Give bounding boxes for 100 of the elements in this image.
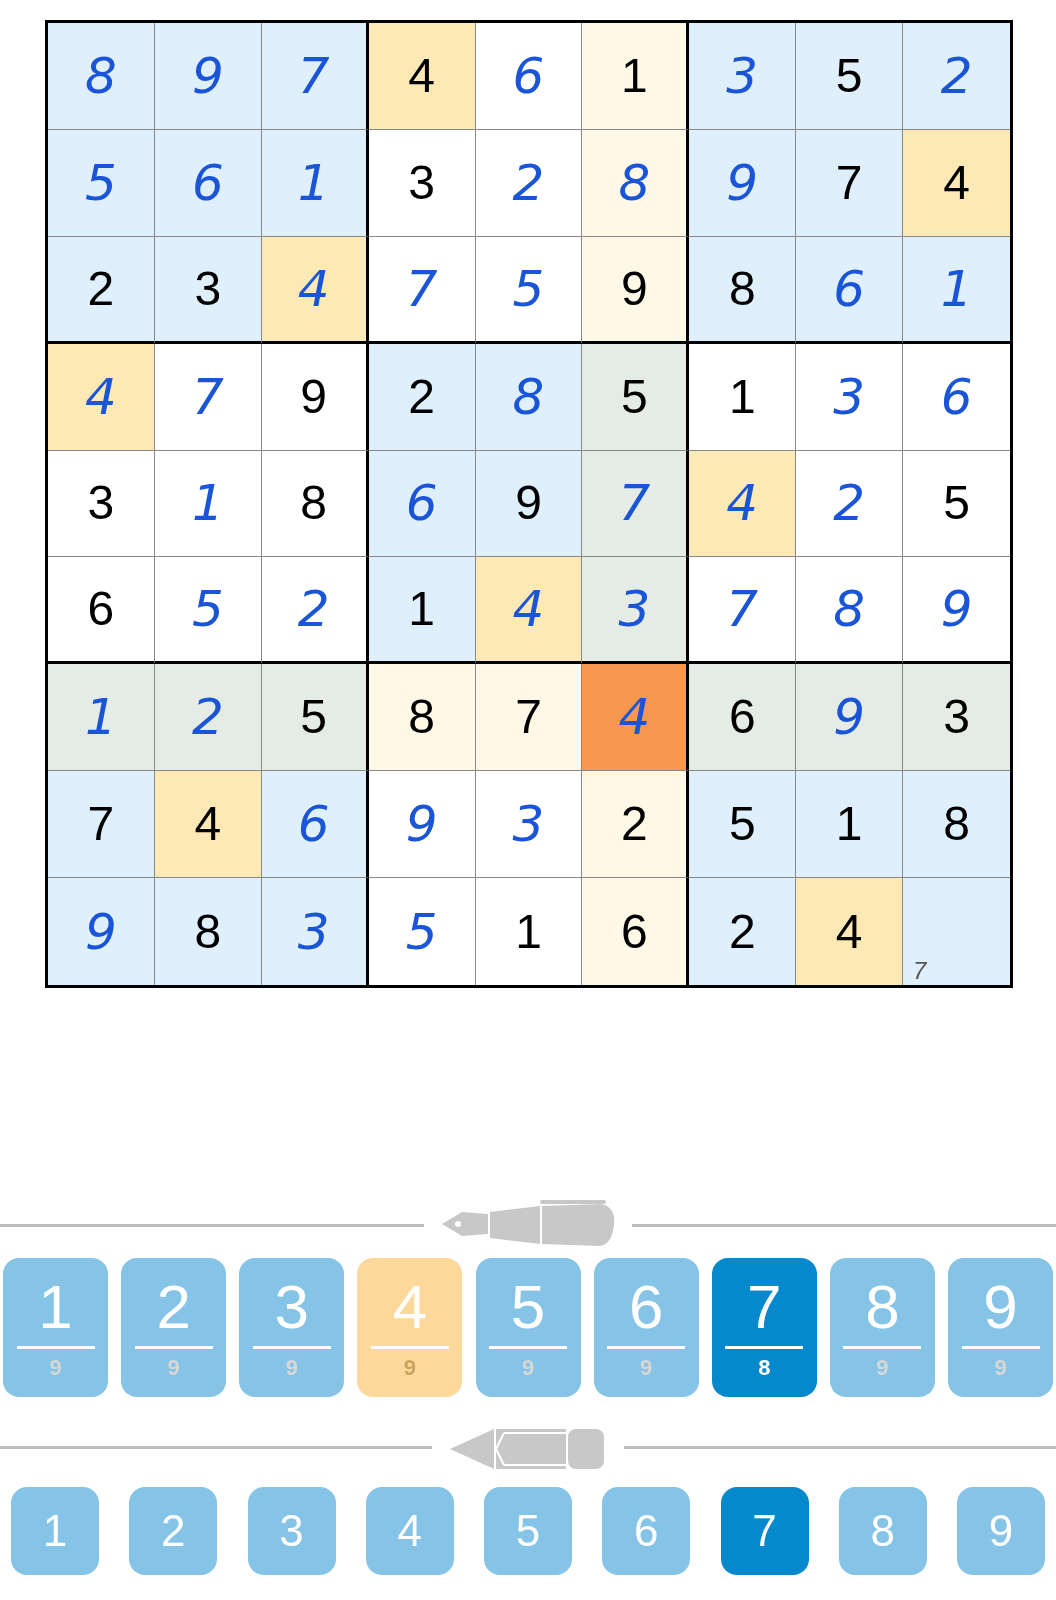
grid-cell[interactable]: 2 xyxy=(689,878,797,985)
grid-cell[interactable]: 7 xyxy=(261,23,369,130)
grid-cell[interactable]: 6 xyxy=(261,771,369,879)
cell-digit: 7 xyxy=(405,263,438,314)
cell-digit: 5 xyxy=(191,584,224,635)
grid-cell[interactable]: 7 xyxy=(903,878,1010,985)
grid-cell[interactable]: 8 xyxy=(154,878,262,985)
cell-digit: 8 xyxy=(943,800,970,849)
grid-cell[interactable]: 2 xyxy=(582,771,690,879)
grid-cell[interactable]: 9 xyxy=(689,129,797,237)
grid-cell[interactable]: 8 xyxy=(475,343,583,451)
grid-cell[interactable]: 8 xyxy=(261,450,369,558)
cell-digit: 9 xyxy=(515,479,542,528)
cell-digit: 8 xyxy=(300,479,328,528)
cell-digit: 8 xyxy=(194,907,222,956)
grid-cell[interactable]: 3 xyxy=(689,23,797,130)
grid-cell[interactable]: 2 xyxy=(796,450,904,558)
grid-cell[interactable]: 2 xyxy=(261,557,369,665)
grid-cell[interactable]: 8 xyxy=(903,771,1010,879)
cell-digit: 1 xyxy=(728,372,756,421)
cell-digit: 6 xyxy=(833,263,866,314)
grid-cell[interactable]: 1 xyxy=(154,450,262,558)
cell-digit: 3 xyxy=(408,158,435,207)
grid-cell[interactable]: 2 xyxy=(475,129,583,237)
grid-cell[interactable]: 7 xyxy=(475,664,583,772)
cell-digit: 2 xyxy=(191,692,224,743)
grid-cell[interactable]: 1 xyxy=(796,771,904,879)
grid-cell[interactable]: 5 xyxy=(475,236,583,344)
cell-digit: 4 xyxy=(512,584,545,635)
grid-cell[interactable]: 6 xyxy=(796,236,904,344)
grid-cell[interactable]: 1 xyxy=(582,23,690,130)
grid-cell[interactable]: 9 xyxy=(475,450,583,558)
grid-cell[interactable]: 8 xyxy=(689,236,797,344)
digit-button[interactable]: 7 8 xyxy=(711,1258,817,1397)
grid-cell[interactable]: 9 xyxy=(796,664,904,772)
grid-cell[interactable]: 9 xyxy=(582,236,690,344)
grid-cell[interactable]: 3 xyxy=(154,236,262,344)
cell-digit: 7 xyxy=(726,584,759,635)
grid-cell[interactable]: 4 xyxy=(475,557,583,665)
grid-cell[interactable]: 7 xyxy=(154,343,262,451)
grid-cell[interactable]: 8 xyxy=(48,23,155,130)
grid-cell[interactable]: 8 xyxy=(796,557,904,665)
grid-cell[interactable]: 1 xyxy=(261,129,369,237)
grid-cell[interactable]: 4 xyxy=(368,23,476,130)
cell-digit: 1 xyxy=(408,585,435,634)
cell-digit: 2 xyxy=(833,478,866,529)
cell-digit: 9 xyxy=(191,50,224,101)
grid-cell[interactable]: 1 xyxy=(689,343,797,451)
grid-cell[interactable]: 7 xyxy=(582,450,690,558)
grid-cell[interactable]: 6 xyxy=(689,664,797,772)
grid-cell[interactable]: 7 xyxy=(689,557,797,665)
grid-cell[interactable]: 2 xyxy=(154,664,262,772)
grid-cell[interactable]: 8 xyxy=(368,664,476,772)
grid-cell[interactable]: 4 xyxy=(261,236,369,344)
grid-cell[interactable]: 6 xyxy=(48,557,155,665)
cell-digit: 5 xyxy=(300,693,328,742)
grid-cell[interactable]: 9 xyxy=(261,343,369,451)
grid-cell[interactable]: 6 xyxy=(154,129,262,237)
cell-digit: 3 xyxy=(618,584,651,635)
grid-cell[interactable]: 5 xyxy=(261,664,369,772)
grid-cell[interactable]: 3 xyxy=(48,450,155,558)
grid-cell[interactable]: 3 xyxy=(475,771,583,879)
grid-cell[interactable]: 6 xyxy=(368,450,476,558)
grid-cell[interactable]: 9 xyxy=(368,771,476,879)
grid-cell[interactable]: 5 xyxy=(582,343,690,451)
grid-cell[interactable]: 1 xyxy=(48,664,155,772)
grid-cell[interactable]: 1 xyxy=(368,557,476,665)
cell-digit: 5 xyxy=(835,51,863,100)
grid-cell[interactable]: 2 xyxy=(903,23,1010,130)
grid-cell[interactable]: 4 xyxy=(796,878,904,985)
grid-cell[interactable]: 5 xyxy=(154,557,262,665)
grid-cell[interactable]: 4 xyxy=(903,129,1010,237)
grid-cell[interactable]: 9 xyxy=(154,23,262,130)
cell-digit: 9 xyxy=(940,584,973,635)
grid-cell[interactable]: 6 xyxy=(475,23,583,130)
note-digit-button[interactable]: 7 xyxy=(720,1487,809,1575)
grid-cell[interactable]: 7 xyxy=(48,771,155,879)
grid-cell[interactable]: 3 xyxy=(796,343,904,451)
grid-cell[interactable]: 4 xyxy=(154,771,262,879)
grid-cell[interactable]: 4 xyxy=(48,343,155,451)
grid-cell[interactable]: 7 xyxy=(368,236,476,344)
grid-cell[interactable]: 8 xyxy=(582,129,690,237)
grid-cell[interactable]: 3 xyxy=(903,664,1010,772)
grid-cell[interactable]: 4 xyxy=(689,450,797,558)
grid-cell[interactable]: 2 xyxy=(48,236,155,344)
grid-cell[interactable]: 6 xyxy=(582,878,690,985)
grid-cell[interactable]: 9 xyxy=(48,878,155,985)
cell-digit: 3 xyxy=(726,50,759,101)
cell-digit: 8 xyxy=(512,371,545,422)
grid-cell[interactable]: 3 xyxy=(582,557,690,665)
grid-cell[interactable]: 5 xyxy=(48,129,155,237)
grid-cell[interactable]: 7 xyxy=(796,129,904,237)
cell-digit: 2 xyxy=(297,584,330,635)
grid-cell[interactable]: 3 xyxy=(261,878,369,985)
grid-cell[interactable]: 3 xyxy=(368,129,476,237)
grid-cell[interactable]: 2 xyxy=(368,343,476,451)
grid-cell[interactable]: 1 xyxy=(903,236,1010,344)
grid-cell[interactable]: 5 xyxy=(796,23,904,130)
grid-cell[interactable]: 5 xyxy=(689,771,797,879)
cell-digit: 8 xyxy=(618,157,651,208)
